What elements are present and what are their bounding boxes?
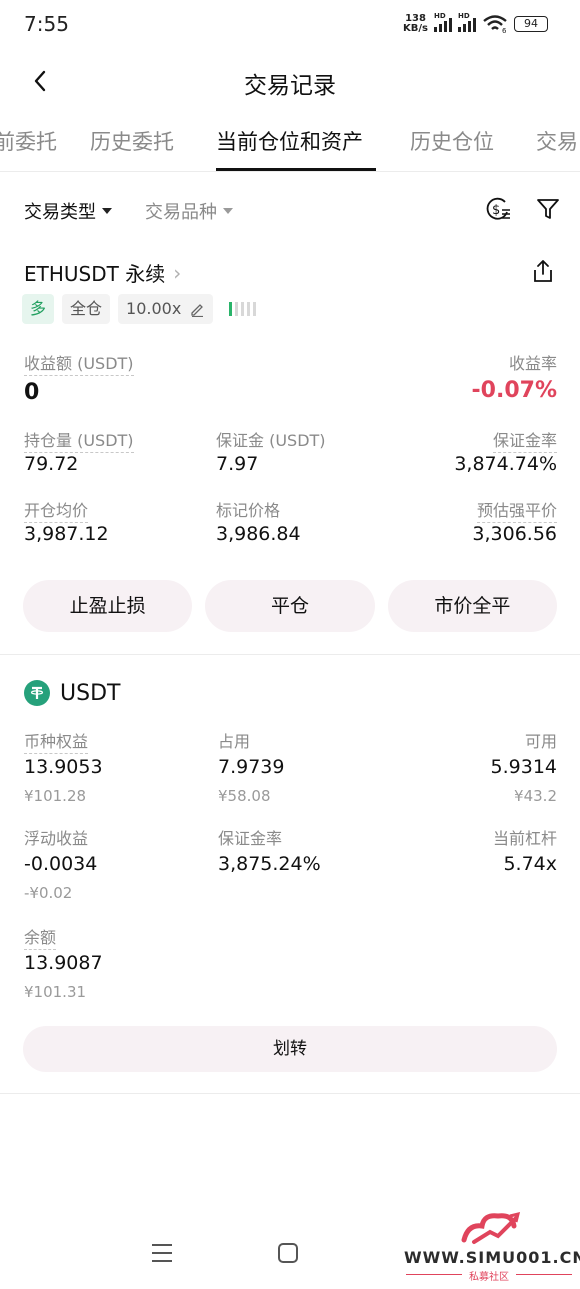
mark-price-value: 3,986.84	[216, 523, 301, 545]
header: 交易记录	[0, 52, 580, 110]
close-position-button[interactable]: 平仓	[205, 580, 375, 632]
leverage-label: 当前杠杆	[492, 829, 557, 848]
caret-down-icon	[102, 208, 112, 214]
wifi-label: 6	[502, 27, 507, 33]
signal-icon: HD	[434, 12, 452, 32]
tab-positions-assets[interactable]: 当前仓位和资产	[216, 126, 363, 156]
currency-switch-icon[interactable]: $	[483, 194, 513, 224]
roi-label: 收益率	[508, 354, 557, 373]
signal-icon-2: HD	[458, 12, 476, 32]
available-value: 5.9314	[490, 756, 557, 778]
svg-text:$: $	[492, 203, 500, 218]
net-speed: 138 KB/s	[403, 14, 428, 34]
share-icon[interactable]	[528, 256, 558, 286]
watermark-sub: 私募社区	[469, 1272, 509, 1283]
battery-icon: 94	[514, 16, 548, 32]
signal-hd-label: HD	[434, 12, 446, 20]
equity-value: 13.9053	[24, 756, 103, 778]
leverage-tag[interactable]: 10.00x	[118, 294, 214, 324]
position-size-label: 持仓量 (USDT)	[24, 427, 134, 453]
watermark-line-right	[516, 1274, 572, 1275]
asset-header: USDT	[24, 680, 120, 706]
upnl-label: 浮动收益	[24, 829, 89, 848]
entry-price-value: 3,987.12	[24, 523, 109, 545]
watermark-logo	[461, 1211, 521, 1244]
used-label: 占用	[218, 732, 251, 751]
position-title: ETHUSDT 永续	[24, 262, 166, 286]
recent-apps-icon[interactable]	[152, 1244, 172, 1268]
watermark: WWW.SIMU001.CN 私募社区	[404, 1206, 580, 1286]
used-value: 7.9739	[218, 756, 285, 778]
asset-name: USDT	[60, 680, 121, 706]
tab-position-history[interactable]: 历史仓位	[410, 126, 494, 156]
entry-price-label: 开仓均价	[24, 497, 89, 523]
edit-pencil-icon	[191, 304, 204, 317]
pnl-value: 0	[24, 380, 40, 405]
liq-price-value: 3,306.56	[472, 523, 557, 545]
tab-trade-history[interactable]: 交易	[536, 126, 578, 156]
balance-value: 13.9087	[24, 952, 103, 974]
margin-ratio-value: 3,874.74%	[454, 453, 557, 475]
position-symbol-link[interactable]: ETHUSDT 永续 ›	[24, 258, 181, 287]
filter-row: 交易类型 交易品种 $	[0, 190, 580, 230]
margin-label: 保证金 (USDT)	[216, 431, 326, 450]
trade-symbol-label: 交易品种	[145, 202, 217, 223]
tab-active-indicator	[216, 168, 376, 171]
leverage-value: 10.00x	[126, 299, 182, 318]
available-cny: ¥43.2	[514, 787, 557, 805]
balance-cny: ¥101.31	[24, 983, 87, 1001]
page-title: 交易记录	[244, 73, 336, 99]
wifi-icon: 6	[483, 15, 507, 33]
equity-cny: ¥101.28	[24, 787, 87, 805]
side-tag: 多	[22, 294, 55, 324]
net-speed-unit: KB/s	[403, 23, 428, 34]
upnl-value: -0.0034	[24, 853, 98, 875]
roi-value: -0.07%	[471, 378, 557, 403]
caret-down-icon	[223, 208, 233, 214]
section-divider	[0, 654, 580, 655]
balance-label: 余额	[24, 924, 57, 950]
filter-icon[interactable]	[534, 194, 564, 224]
status-time: 7:55	[24, 12, 69, 36]
trade-type-label: 交易类型	[24, 202, 96, 223]
available-label: 可用	[524, 732, 557, 751]
upnl-cny: -¥0.02	[24, 884, 73, 902]
trade-symbol-filter[interactable]: 交易品种	[145, 198, 233, 224]
watermark-text: WWW.SIMU001.CN	[404, 1248, 580, 1267]
transfer-button[interactable]: 划转	[23, 1026, 557, 1072]
tab-order-history[interactable]: 历史委托	[90, 126, 174, 156]
position-actions: 止盈止损 平仓 市价全平	[23, 580, 557, 632]
pnl-label: 收益额 (USDT)	[24, 350, 134, 376]
asset-margin-ratio-value: 3,875.24%	[218, 853, 321, 875]
mark-price-label: 标记价格	[216, 501, 281, 520]
chevron-right-icon: ›	[173, 260, 182, 285]
position-size-value: 79.72	[24, 453, 79, 475]
liq-price-label: 预估强平价	[476, 497, 557, 523]
home-icon[interactable]	[278, 1243, 298, 1263]
used-cny: ¥58.08	[218, 787, 271, 805]
section-divider-bottom	[0, 1093, 580, 1094]
status-bar: 7:55 138 KB/s HD HD 6 94	[0, 0, 580, 50]
margin-ratio-label: 保证金率	[492, 427, 557, 453]
risk-level-icon	[229, 302, 257, 316]
margin-mode-tag: 全仓	[62, 294, 111, 324]
asset-margin-ratio-label: 保证金率	[218, 829, 283, 848]
signal-hd-label-2: HD	[458, 12, 470, 20]
position-tags: 多 全仓 10.00x	[22, 294, 257, 324]
tab-bar: 前委托 历史委托 当前仓位和资产 历史仓位 交易	[0, 112, 580, 172]
tpsl-button[interactable]: 止盈止损	[23, 580, 193, 632]
market-close-all-button[interactable]: 市价全平	[387, 580, 557, 632]
status-icons: 138 KB/s HD HD 6 94	[403, 12, 548, 34]
margin-value: 7.97	[216, 453, 259, 475]
equity-label: 币种权益	[24, 728, 89, 754]
tab-open-orders[interactable]: 前委托	[0, 126, 57, 156]
trade-type-filter[interactable]: 交易类型	[24, 198, 112, 224]
tether-icon	[24, 680, 50, 706]
leverage-value: 5.74x	[503, 853, 557, 875]
